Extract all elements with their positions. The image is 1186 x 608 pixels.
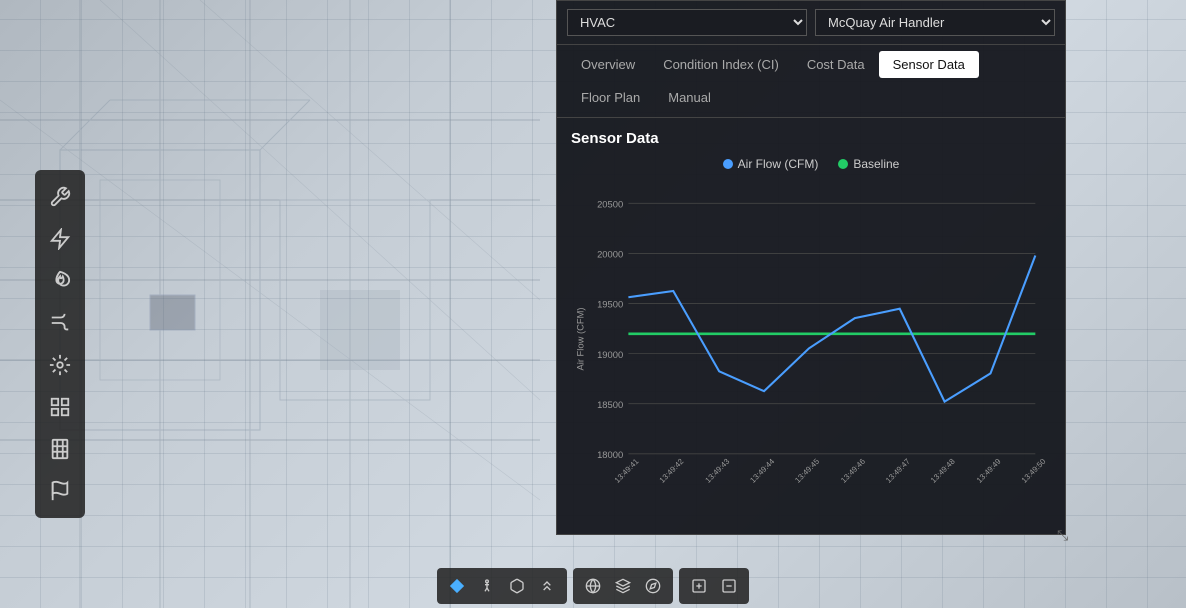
view-group bbox=[573, 568, 673, 604]
tools-zoom-in-button[interactable] bbox=[687, 576, 711, 596]
sidebar-item-tower[interactable] bbox=[41, 430, 79, 468]
nav-home-button[interactable] bbox=[445, 576, 469, 596]
nav-group bbox=[437, 568, 567, 604]
sensor-chart: 20500 20000 19500 19000 18500 18000 Air … bbox=[571, 179, 1051, 499]
sidebar-item-electrical[interactable] bbox=[41, 220, 79, 258]
panel-dropdowns: HVAC Electrical Plumbing McQuay Air Hand… bbox=[557, 1, 1065, 45]
tab-ci[interactable]: Condition Index (CI) bbox=[649, 51, 793, 78]
tab-floorplan[interactable]: Floor Plan bbox=[567, 84, 654, 111]
sidebar-item-structure[interactable] bbox=[41, 388, 79, 426]
x-label-8: 13:49:49 bbox=[975, 457, 1003, 485]
x-label-9: 13:49:50 bbox=[1020, 456, 1048, 484]
sidebar-item-maintenance[interactable] bbox=[41, 178, 79, 216]
tools-zoom-out-button[interactable] bbox=[717, 576, 741, 596]
legend-airflow-dot bbox=[723, 159, 733, 169]
tab-overview[interactable]: Overview bbox=[567, 51, 649, 78]
y-label-20000: 20000 bbox=[597, 249, 623, 260]
main-panel: HVAC Electrical Plumbing McQuay Air Hand… bbox=[556, 0, 1066, 535]
y-label-18500: 18500 bbox=[597, 399, 623, 410]
chart-svg: 20500 20000 19500 19000 18500 18000 Air … bbox=[571, 179, 1051, 499]
x-label-7: 13:49:48 bbox=[929, 457, 957, 485]
panel-tabs: Overview Condition Index (CI) Cost Data … bbox=[557, 45, 1065, 118]
y-label-20500: 20500 bbox=[597, 199, 623, 210]
chart-legend: Air Flow (CFM) Baseline bbox=[571, 157, 1051, 171]
legend-baseline: Baseline bbox=[838, 157, 899, 171]
sidebar-item-fire[interactable] bbox=[41, 262, 79, 300]
x-label-1: 13:49:42 bbox=[658, 457, 686, 485]
x-label-6: 13:49:47 bbox=[884, 457, 912, 485]
sidebar-item-plumbing[interactable] bbox=[41, 304, 79, 342]
x-label-5: 13:49:46 bbox=[839, 457, 867, 485]
legend-baseline-dot bbox=[838, 159, 848, 169]
tab-manual[interactable]: Manual bbox=[654, 84, 725, 111]
x-label-4: 13:49:45 bbox=[793, 456, 821, 484]
view-globe-button[interactable] bbox=[581, 576, 605, 596]
bottom-toolbar bbox=[433, 564, 753, 608]
sensor-panel-title: Sensor Data bbox=[571, 130, 1051, 147]
nav-walk-button[interactable] bbox=[475, 576, 499, 596]
legend-airflow: Air Flow (CFM) bbox=[723, 157, 819, 171]
sidebar-toolbar bbox=[35, 170, 85, 518]
legend-airflow-label: Air Flow (CFM) bbox=[738, 157, 819, 171]
x-label-0: 13:49:41 bbox=[613, 457, 641, 485]
view-layers-button[interactable] bbox=[611, 576, 635, 596]
tab-sensor[interactable]: Sensor Data bbox=[879, 51, 979, 78]
tab-cost[interactable]: Cost Data bbox=[793, 51, 879, 78]
y-label-18000: 18000 bbox=[597, 449, 623, 460]
sidebar-item-hvac[interactable] bbox=[41, 346, 79, 384]
nav-up-button[interactable] bbox=[535, 576, 559, 596]
system-dropdown[interactable]: HVAC Electrical Plumbing bbox=[567, 9, 807, 36]
sensor-panel: Sensor Data Air Flow (CFM) Baseline bbox=[557, 118, 1065, 534]
y-label-19500: 19500 bbox=[597, 299, 623, 310]
tools-group bbox=[679, 568, 749, 604]
legend-baseline-label: Baseline bbox=[853, 157, 899, 171]
airflow-line bbox=[628, 256, 1035, 402]
x-label-2: 13:49:43 bbox=[703, 457, 731, 485]
x-label-3: 13:49:44 bbox=[748, 456, 776, 484]
resize-handle[interactable]: ⤡ bbox=[1057, 527, 1071, 541]
equipment-dropdown[interactable]: McQuay Air Handler AHU-1 AHU-2 bbox=[815, 9, 1055, 36]
sidebar-item-flag[interactable] bbox=[41, 472, 79, 510]
view-compass-button[interactable] bbox=[641, 576, 665, 596]
y-axis-title: Air Flow (CFM) bbox=[575, 307, 586, 370]
nav-fly-button[interactable] bbox=[505, 576, 529, 596]
y-label-19000: 19000 bbox=[597, 349, 623, 360]
